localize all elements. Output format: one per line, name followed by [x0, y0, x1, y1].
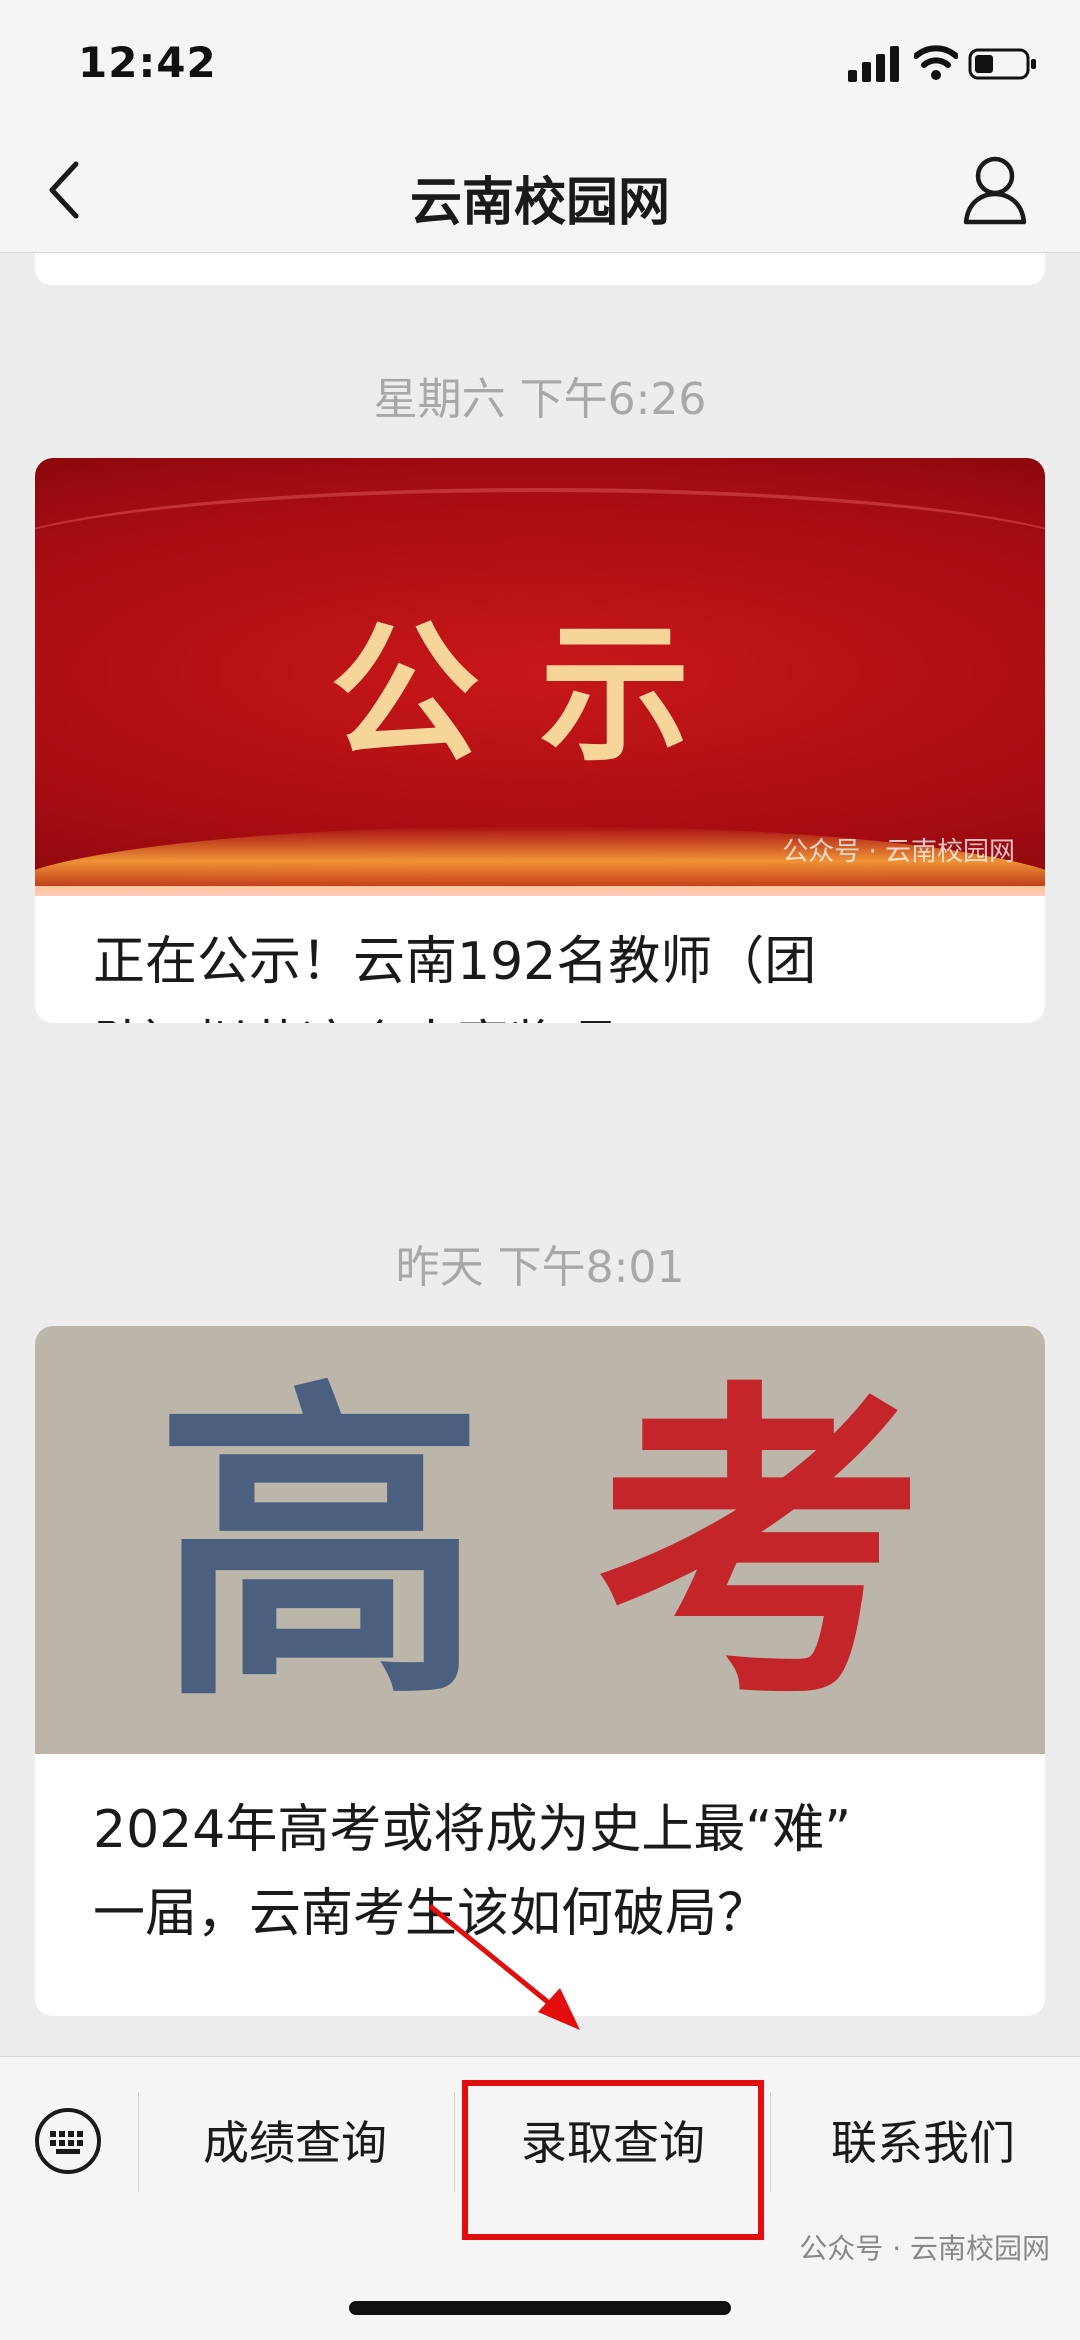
cellular-signal-icon — [848, 46, 899, 82]
home-indicator[interactable] — [349, 2301, 731, 2315]
previous-article-card[interactable] — [35, 253, 1045, 285]
headline-line-1: 正在公示！云南192名教师（团 — [93, 932, 817, 992]
menu-divider — [138, 2092, 139, 2192]
page-title: 云南校园网 — [409, 173, 670, 233]
article-cover-image: 公示 公众号 · 云南校园网 — [35, 458, 1045, 896]
headline-line-2: 队）拟获这个大赛奖项 — [93, 1004, 987, 1023]
menu-watermark: 公众号 · 云南校园网 — [799, 2232, 1050, 2265]
message-timestamp: 昨天 下午8:01 — [395, 1242, 685, 1293]
message-timestamp: 星期六 下午6:26 — [373, 374, 707, 425]
keyboard-icon[interactable] — [34, 2107, 102, 2175]
headline-line-1: 2024年高考或将成为史上最“难” — [93, 1800, 852, 1860]
cover-char-kao: 考 — [595, 1352, 925, 1740]
cover-watermark: 公众号 · 云南校园网 — [782, 837, 1015, 867]
article-cover-image: 高 考 — [35, 1326, 1045, 1754]
status-time: 12:42 — [78, 38, 217, 87]
menu-item-score-query[interactable]: 成绩查询 — [148, 2107, 442, 2173]
battery-icon — [968, 48, 1036, 80]
article-headline: 正在公示！云南192名教师（团 队）拟获这个大赛奖项 — [35, 886, 1045, 1023]
menu-divider — [454, 2092, 455, 2192]
cover-title-text: 公示 — [329, 608, 750, 782]
message-feed: 星期六 下午6:26 公示 公众号 · 云南校园网 正在公示！云南192名教师（… — [0, 253, 1080, 2055]
status-bar: 12:42 — [0, 0, 1080, 130]
annotation-arrow-icon — [428, 1904, 580, 2030]
annotation-highlight-box — [462, 2080, 764, 2240]
menu-item-contact-us[interactable]: 联系我们 — [776, 2107, 1070, 2173]
cover-char-gao: 高 — [155, 1352, 485, 1740]
menu-divider — [770, 2092, 771, 2192]
wifi-icon — [914, 45, 958, 80]
article-card[interactable]: 公示 公众号 · 云南校园网 正在公示！云南192名教师（团 队）拟获这个大赛奖… — [35, 458, 1045, 1023]
nav-bar: 云南校园网 — [0, 130, 1080, 253]
profile-icon[interactable] — [962, 152, 1028, 226]
